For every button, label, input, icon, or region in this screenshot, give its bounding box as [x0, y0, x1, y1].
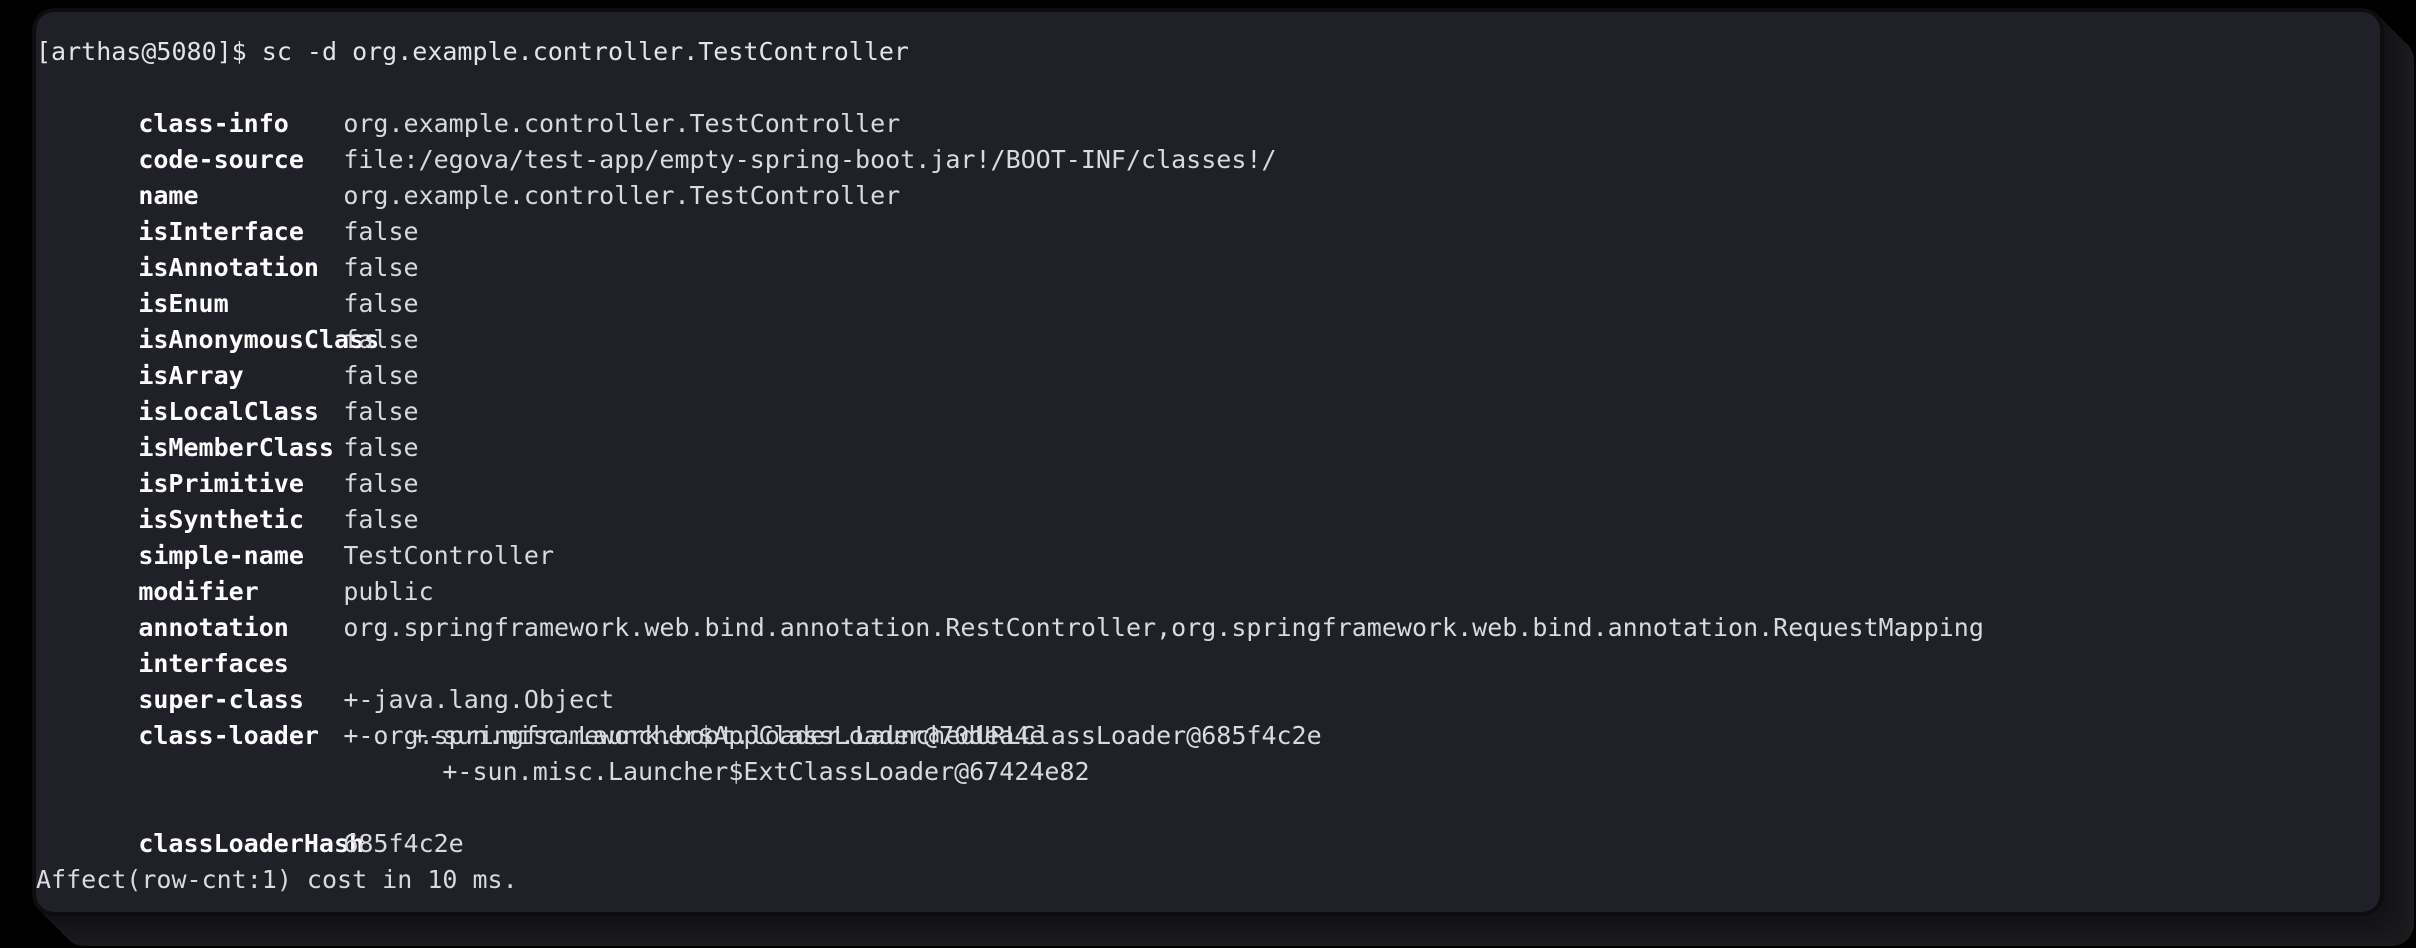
row-key: isAnonymousClass — [138, 325, 380, 354]
terminal-screen[interactable]: [arthas@5080]$ sc -d org.example.control… — [36, 12, 2380, 912]
command-result-status: Affect(row-cnt:1) cost in 10 ms. — [36, 865, 518, 894]
row-key: name — [138, 181, 199, 210]
row-key: isAnnotation — [138, 253, 319, 282]
row-value: false — [343, 361, 419, 390]
row-value: false — [343, 433, 419, 462]
row-key: interfaces — [138, 649, 289, 678]
row-value: false — [343, 217, 419, 246]
row-key: isEnum — [138, 289, 229, 318]
row-key: super-class — [138, 685, 304, 714]
row-value: false — [343, 505, 419, 534]
terminal-window[interactable]: [arthas@5080]$ sc -d org.example.control… — [36, 12, 2380, 912]
row-key: isInterface — [138, 217, 304, 246]
row-value: false — [343, 325, 419, 354]
row-value: false — [343, 397, 419, 426]
row-key: isLocalClass — [138, 397, 319, 426]
row-key: simple-name — [138, 541, 304, 570]
table-row: classLoaderHash685f4c2e — [36, 790, 2380, 858]
row-key: annotation — [138, 613, 289, 642]
row-key: isArray — [138, 361, 244, 390]
row-key: code-source — [138, 145, 304, 174]
row-value: public — [343, 577, 434, 606]
row-value: false — [343, 253, 419, 282]
table-row: super-class +-java.lang.Object — [36, 646, 2380, 714]
row-key: classLoaderHash — [138, 829, 365, 858]
row-value: TestController — [343, 541, 555, 570]
row-value: 685f4c2e — [343, 829, 464, 858]
class-loader-tree-item: +-sun.misc.Launcher$ExtClassLoader@67424… — [36, 757, 1090, 786]
table-row: class-info org.example.controller.TestCon… — [36, 70, 2380, 138]
row-key: isSynthetic — [138, 505, 304, 534]
row-key: modifier — [138, 577, 259, 606]
row-value: org.example.controller.TestController — [343, 109, 901, 138]
row-value: file:/egova/test-app/empty-spring-boot.j… — [343, 145, 1277, 174]
row-value: false — [343, 469, 419, 498]
row-value: +-java.lang.Object — [343, 685, 615, 714]
row-value: false — [343, 289, 419, 318]
row-key: class-info — [138, 109, 289, 138]
terminal-prompt-line: [arthas@5080]$ sc -d org.example.control… — [36, 37, 909, 66]
row-value: org.example.controller.TestController — [343, 181, 901, 210]
row-key: isMemberClass — [138, 433, 334, 462]
row-value: org.springframework.web.bind.annotation.… — [343, 613, 1984, 642]
row-key: isPrimitive — [138, 469, 304, 498]
